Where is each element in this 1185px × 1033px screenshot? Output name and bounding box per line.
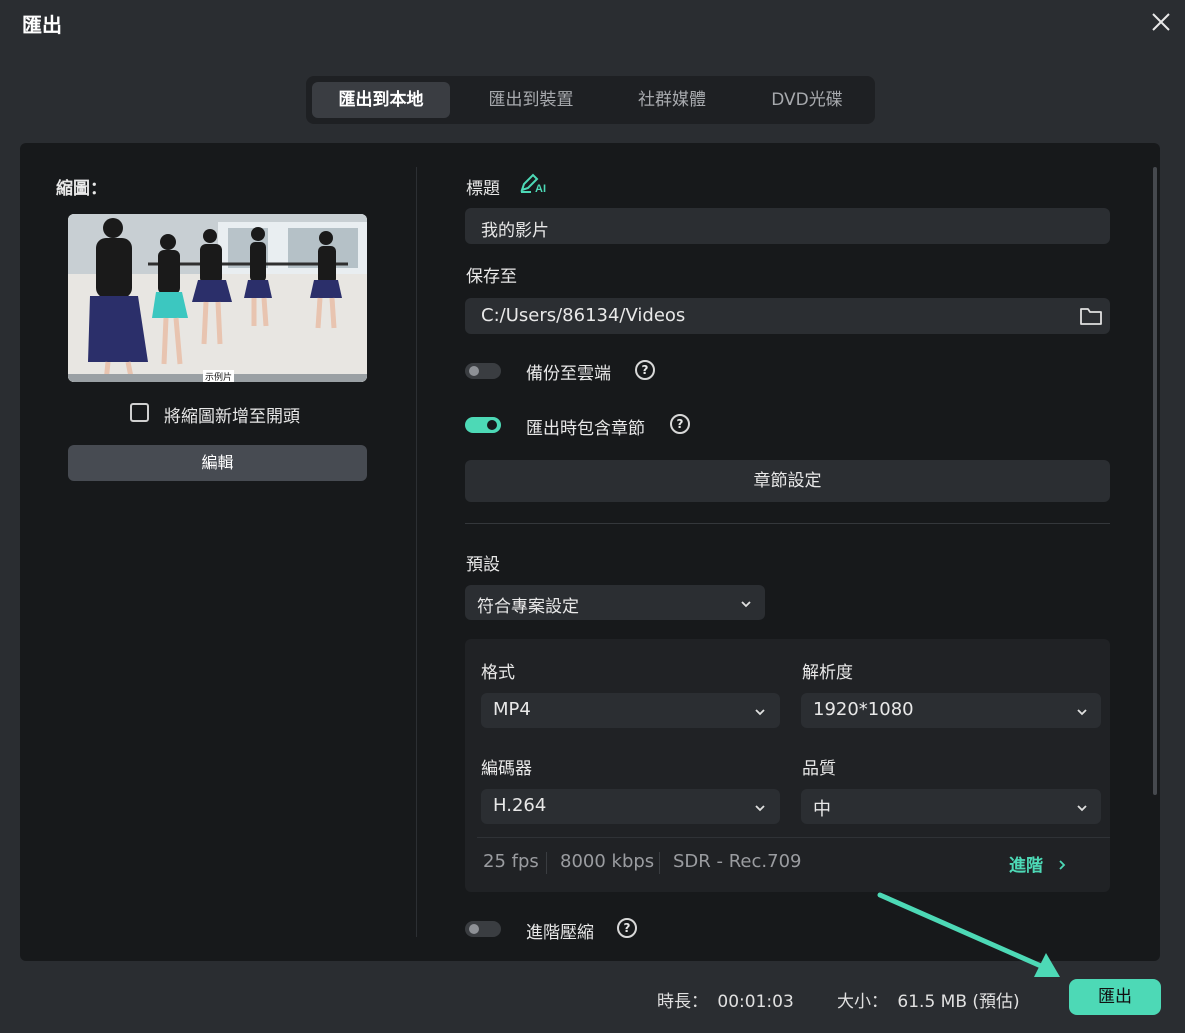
quality-label: 品質	[802, 759, 836, 779]
size-label: 大小：	[837, 992, 888, 1012]
preset-value: 符合專案設定	[477, 597, 579, 617]
column-divider	[416, 167, 417, 937]
close-icon[interactable]	[1149, 10, 1173, 34]
tab-dvd[interactable]: DVD光碟	[746, 82, 868, 118]
settings-divider	[477, 837, 1110, 838]
thumbnail-caption: 示例片	[203, 370, 235, 382]
save-path-value: C:/Users/86134/Videos	[481, 305, 686, 326]
chevron-down-icon	[739, 596, 753, 615]
chevron-down-icon	[753, 800, 767, 819]
chevron-down-icon	[1075, 800, 1089, 819]
chapters-help-icon[interactable]: ?	[670, 414, 690, 434]
tab-export-device[interactable]: 匯出到裝置	[464, 82, 598, 118]
chapter-settings-button[interactable]: 章節設定	[465, 460, 1110, 502]
section-divider	[465, 523, 1110, 524]
format-select[interactable]: MP4	[481, 693, 780, 728]
encoder-value: H.264	[493, 795, 547, 816]
bitrate-value: 8000 kbps	[560, 851, 655, 872]
advanced-compress-label: 進階壓縮	[526, 923, 594, 943]
duration-value: 00:01:03	[717, 992, 794, 1012]
save-path-field[interactable]: C:/Users/86134/Videos	[465, 298, 1110, 334]
preset-select[interactable]: 符合專案設定	[465, 585, 765, 620]
fps-value: 25 fps	[483, 851, 539, 872]
resolution-value: 1920*1080	[813, 699, 914, 720]
resolution-select[interactable]: 1920*1080	[801, 693, 1101, 728]
folder-icon[interactable]	[1079, 305, 1103, 327]
advanced-compress-toggle[interactable]	[465, 921, 501, 937]
compress-help-icon[interactable]: ?	[617, 918, 637, 938]
quality-value: 中	[813, 799, 831, 820]
include-chapters-toggle[interactable]	[465, 417, 501, 433]
chevron-right-icon	[1057, 856, 1067, 876]
format-value: MP4	[493, 699, 531, 720]
title-label: 標題	[466, 179, 500, 199]
chevron-down-icon	[753, 704, 767, 723]
include-chapters-label: 匯出時包含章節	[526, 419, 645, 439]
ai-badge-text: AI	[535, 183, 546, 194]
info-separator	[659, 852, 660, 874]
size-info: 大小： 61.5 MB (預估)	[837, 987, 1020, 1012]
dialog-title: 匯出	[22, 13, 62, 37]
tab-export-local[interactable]: 匯出到本地	[312, 82, 450, 118]
quality-select[interactable]: 中	[801, 789, 1101, 824]
title-input[interactable]: 我的影片	[465, 208, 1110, 244]
add-thumbnail-label: 將縮圖新增至開頭	[164, 407, 300, 427]
duration-label: 時長：	[657, 992, 708, 1012]
info-separator	[546, 852, 547, 874]
encoder-label: 編碼器	[481, 759, 532, 779]
preset-label: 預設	[466, 555, 500, 575]
thumbnail-label: 縮圖：	[56, 179, 107, 199]
size-value: 61.5 MB (預估)	[897, 992, 1020, 1012]
backup-help-icon[interactable]: ?	[635, 360, 655, 380]
scrollbar[interactable]	[1153, 167, 1157, 795]
advanced-label: 進階	[1009, 856, 1043, 876]
thumbnail-image: 示例片	[68, 214, 367, 382]
edit-thumbnail-button[interactable]: 編輯	[68, 445, 367, 481]
export-tabs: 匯出到本地 匯出到裝置 社群媒體 DVD光碟	[306, 76, 875, 124]
tab-social-media[interactable]: 社群媒體	[606, 82, 738, 118]
resolution-label: 解析度	[802, 663, 853, 683]
chevron-down-icon	[1075, 704, 1089, 723]
backup-cloud-label: 備份至雲端	[526, 364, 611, 384]
title-input-value: 我的影片	[481, 221, 549, 241]
ai-pen-icon[interactable]: AI	[519, 172, 549, 195]
add-thumbnail-checkbox[interactable]	[130, 403, 149, 422]
advanced-link[interactable]: 進階	[1009, 851, 1067, 876]
backup-cloud-toggle[interactable]	[465, 363, 501, 379]
export-button[interactable]: 匯出	[1069, 979, 1161, 1015]
save-to-label: 保存至	[466, 267, 517, 287]
color-space-value: SDR - Rec.709	[673, 851, 802, 872]
format-label: 格式	[481, 663, 515, 683]
duration-info: 時長： 00:01:03	[657, 987, 794, 1012]
encoder-select[interactable]: H.264	[481, 789, 780, 824]
annotation-arrow	[870, 885, 1070, 985]
